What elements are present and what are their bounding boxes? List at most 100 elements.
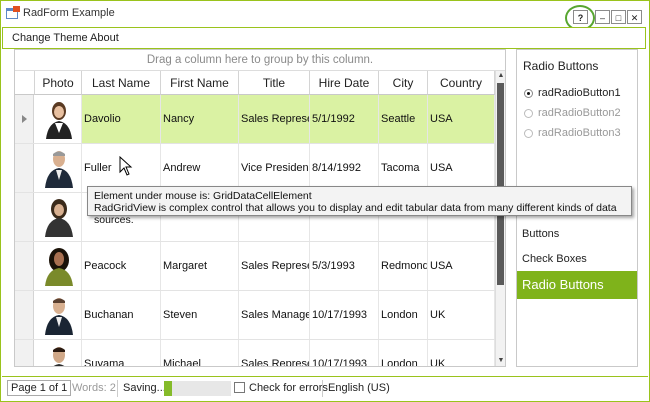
radio-button-1[interactable]: radRadioButton1 bbox=[524, 87, 639, 101]
radio-label: radRadioButton3 bbox=[538, 127, 621, 139]
app-icon bbox=[6, 6, 20, 19]
cell-country[interactable]: USA bbox=[428, 144, 495, 192]
cell-country[interactable]: USA bbox=[428, 95, 495, 143]
radio-unchecked-icon bbox=[524, 109, 533, 118]
cell-hire-date[interactable]: 10/17/1993 bbox=[310, 291, 379, 339]
cell-first-name[interactable]: Margaret bbox=[161, 242, 239, 290]
photo-cell[interactable] bbox=[34, 95, 82, 143]
cell-title[interactable]: Vice Presiden... bbox=[239, 144, 310, 192]
cell-city[interactable]: London bbox=[379, 340, 428, 366]
photo-cell[interactable] bbox=[34, 193, 82, 241]
main-window: RadForm Example ? – □ ✕ Change Theme Abo… bbox=[0, 0, 650, 402]
menu-change-theme[interactable]: Change Theme bbox=[12, 32, 88, 44]
cell-hire-date[interactable]: 5/3/1993 bbox=[310, 242, 379, 290]
check-for-errors-checkbox[interactable] bbox=[234, 382, 245, 393]
nav-item-radio-buttons[interactable]: Radio Buttons bbox=[517, 271, 637, 299]
photo-cell[interactable] bbox=[34, 291, 82, 339]
table-row[interactable]: Davolio Nancy Sales Represe... 5/1/1992 … bbox=[15, 95, 495, 144]
cell-title[interactable]: Sales Represe... bbox=[239, 340, 310, 366]
employee-photo bbox=[45, 298, 73, 335]
cell-hire-date[interactable]: 5/1/1992 bbox=[310, 95, 379, 143]
cell-city[interactable]: Redmond bbox=[379, 242, 428, 290]
cell-title[interactable]: Sales Manager bbox=[239, 291, 310, 339]
row-indicator bbox=[15, 95, 34, 143]
close-icon: ✕ bbox=[630, 13, 639, 23]
tooltip-line-2: RadGridView is complex control that allo… bbox=[94, 202, 617, 226]
row-indicator bbox=[15, 242, 34, 290]
radio-label: radRadioButton2 bbox=[538, 107, 621, 119]
photo-cell[interactable] bbox=[34, 340, 82, 366]
mouse-cursor-icon bbox=[119, 156, 133, 176]
column-header-hire-date[interactable]: Hire Date bbox=[310, 71, 379, 95]
tooltip: Element under mouse is: GridDataCellElem… bbox=[87, 186, 632, 226]
cell-hire-date[interactable]: 8/14/1992 bbox=[310, 144, 379, 192]
help-button[interactable]: ? bbox=[573, 10, 588, 24]
column-header-city[interactable]: City bbox=[379, 71, 428, 95]
status-separator bbox=[322, 380, 323, 397]
cell-first-name[interactable]: Michael bbox=[161, 340, 239, 366]
cell-first-name[interactable]: Steven bbox=[161, 291, 239, 339]
scrollbar-thumb[interactable] bbox=[497, 83, 504, 285]
cell-city[interactable]: Seattle bbox=[379, 95, 428, 143]
window-title: RadForm Example bbox=[23, 7, 115, 19]
title-bar: RadForm Example ? – □ ✕ bbox=[1, 1, 649, 31]
cell-last-name[interactable]: Suyama bbox=[82, 340, 161, 366]
progress-bar bbox=[164, 381, 231, 396]
employee-photo bbox=[53, 347, 65, 366]
employee-photo bbox=[45, 199, 73, 237]
group-panel[interactable]: Drag a column here to group by this colu… bbox=[15, 50, 505, 71]
column-header-country[interactable]: Country bbox=[428, 71, 495, 95]
photo-cell[interactable] bbox=[34, 144, 82, 192]
close-button[interactable]: ✕ bbox=[627, 10, 642, 24]
cell-country[interactable]: UK bbox=[428, 291, 495, 339]
column-header-photo[interactable]: Photo bbox=[35, 71, 82, 95]
radio-unchecked-icon bbox=[524, 129, 533, 138]
table-row[interactable]: Suyama Michael Sales Represe... 10/17/19… bbox=[15, 340, 495, 366]
cell-last-name[interactable]: Buchanan bbox=[82, 291, 161, 339]
menu-about[interactable]: About bbox=[90, 32, 119, 44]
minimize-button[interactable]: – bbox=[595, 10, 610, 24]
radio-label: radRadioButton1 bbox=[538, 87, 621, 99]
scroll-down-icon[interactable]: ▼ bbox=[496, 356, 505, 366]
employee-photo bbox=[45, 151, 73, 188]
cell-first-name[interactable]: Nancy bbox=[161, 95, 239, 143]
cell-title[interactable]: Sales Represe... bbox=[239, 95, 310, 143]
status-separator bbox=[117, 380, 118, 397]
column-header-first-name[interactable]: First Name bbox=[161, 71, 239, 95]
cell-last-name[interactable]: Peacock bbox=[82, 242, 161, 290]
column-header-title[interactable]: Title bbox=[239, 71, 310, 95]
row-indicator bbox=[15, 193, 34, 241]
progress-fill bbox=[164, 381, 173, 396]
row-indicator bbox=[15, 291, 34, 339]
table-row[interactable]: Peacock Margaret Sales Represe... 5/3/19… bbox=[15, 242, 495, 291]
cell-country[interactable]: USA bbox=[428, 242, 495, 290]
maximize-icon: □ bbox=[615, 13, 622, 23]
table-row[interactable]: Buchanan Steven Sales Manager 10/17/1993… bbox=[15, 291, 495, 340]
nav-item-check-boxes[interactable]: Check Boxes bbox=[517, 247, 637, 271]
page-indicator: Page 1 of 1 bbox=[7, 380, 72, 396]
radio-button-2[interactable]: radRadioButton2 bbox=[524, 107, 639, 121]
cell-hire-date[interactable]: 10/17/1993 bbox=[310, 340, 379, 366]
saving-status: Saving... bbox=[123, 382, 166, 394]
word-count: Words: 2 bbox=[72, 382, 116, 394]
cell-title[interactable]: Sales Represe... bbox=[239, 242, 310, 290]
scroll-up-icon[interactable]: ▲ bbox=[496, 71, 505, 81]
check-for-errors-label[interactable]: Check for errors bbox=[249, 382, 328, 394]
row-indicator bbox=[15, 340, 34, 366]
row-indicator bbox=[15, 144, 34, 192]
maximize-button[interactable]: □ bbox=[611, 10, 626, 24]
menu-bar: Change Theme About bbox=[2, 27, 646, 49]
cell-city[interactable]: London bbox=[379, 291, 428, 339]
cell-city[interactable]: Tacoma bbox=[379, 144, 428, 192]
current-row-icon bbox=[22, 115, 27, 123]
cell-country[interactable]: UK bbox=[428, 340, 495, 366]
radio-checked-icon bbox=[524, 89, 533, 98]
photo-cell[interactable] bbox=[34, 242, 82, 290]
column-header-last-name[interactable]: Last Name bbox=[82, 71, 161, 95]
cell-first-name[interactable]: Andrew bbox=[161, 144, 239, 192]
help-icon: ? bbox=[577, 13, 584, 23]
cell-last-name[interactable]: Davolio bbox=[82, 95, 161, 143]
side-panel-title: Radio Buttons bbox=[523, 59, 599, 73]
language-indicator[interactable]: English (US) bbox=[328, 382, 390, 394]
radio-button-3[interactable]: radRadioButton3 bbox=[524, 127, 639, 141]
